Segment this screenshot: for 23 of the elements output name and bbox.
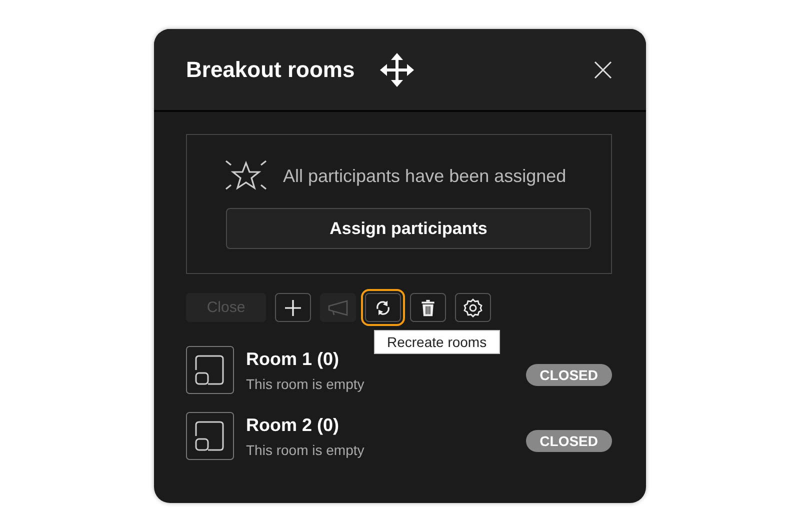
refresh-icon	[374, 298, 392, 316]
settings-icon	[463, 298, 483, 318]
plus-icon	[283, 298, 303, 318]
status-message: All participants have been assigned	[283, 166, 566, 186]
trash-icon	[419, 298, 437, 316]
megaphone-icon	[327, 298, 349, 316]
assign-participants-button[interactable]: Assign participants	[226, 208, 591, 249]
room-status-badge: CLOSED	[526, 430, 612, 452]
add-button[interactable]	[275, 293, 311, 322]
room-name: Room 2 (0)	[246, 414, 340, 436]
settings-button[interactable]	[455, 293, 491, 322]
room-icon	[186, 412, 234, 460]
tooltip: Recreate rooms	[374, 330, 500, 354]
star-icon	[224, 159, 268, 193]
delete-button[interactable]	[410, 293, 446, 322]
dialog-title: Breakout rooms	[186, 56, 355, 82]
room-name: Room 1 (0)	[246, 348, 340, 370]
room-icon	[186, 346, 234, 394]
move-icon[interactable]	[378, 52, 415, 88]
room-status-badge: CLOSED	[526, 364, 612, 386]
close-icon[interactable]	[594, 60, 612, 78]
room-subtitle: This room is empty	[246, 442, 364, 458]
room-subtitle: This room is empty	[246, 376, 364, 392]
